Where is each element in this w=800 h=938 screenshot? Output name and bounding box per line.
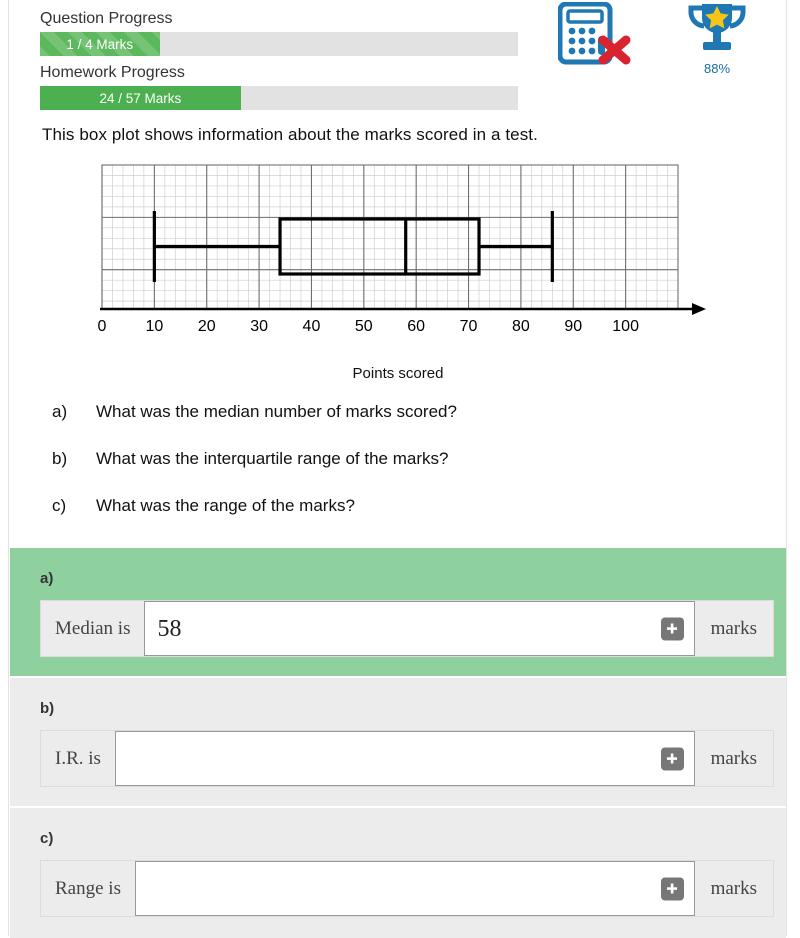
svg-text:0: 0 [98, 318, 107, 335]
question-progress-bar: 1 / 4 Marks [40, 32, 518, 56]
box-plot-chart: 0 10 20 30 40 50 60 70 80 90 100 [88, 161, 708, 366]
answer-panel-b: b) I.R. is marks [10, 678, 786, 806]
svg-text:20: 20 [198, 318, 216, 335]
answer-row-b: I.R. is marks [40, 730, 774, 787]
sub-question-c-marker: c) [52, 496, 67, 515]
progress-header: Question Progress 1 / 4 Marks Homework P… [10, 0, 786, 118]
answer-value-a: 58 [157, 615, 182, 642]
question-stem: This box plot shows information about th… [42, 125, 538, 144]
svg-text:80: 80 [512, 318, 530, 335]
svg-text:90: 90 [564, 318, 582, 335]
svg-text:70: 70 [460, 318, 478, 335]
plus-icon-b[interactable] [660, 747, 684, 770]
answer-row-a: Median is 58 marks [40, 600, 774, 657]
answer-panel-b-letter: b) [40, 700, 55, 717]
calculator-not-allowed-icon [557, 1, 636, 68]
question-progress-fill: 1 / 4 Marks [40, 32, 160, 56]
homework-progress-value: 24 / 57 Marks [99, 90, 182, 106]
sub-question-c-text: What was the range of the marks? [96, 496, 355, 515]
sub-question-c: c) What was the range of the marks? [52, 496, 355, 516]
progress-block: Question Progress 1 / 4 Marks Homework P… [40, 8, 518, 116]
trophy-score-badge: 88% [686, 0, 748, 76]
question-progress-label: Question Progress [40, 10, 173, 27]
answer-unit-c: marks [694, 861, 773, 916]
answer-label-a: Median is [41, 601, 145, 656]
answer-row-c: Range is marks [40, 860, 774, 917]
homework-progress-fill: 24 / 57 Marks [40, 86, 241, 110]
svg-text:50: 50 [355, 318, 373, 335]
answer-panel-a-letter: a) [40, 570, 54, 587]
chart-x-axis-label: Points scored [352, 365, 444, 382]
homework-progress-label: Homework Progress [40, 64, 185, 81]
sub-question-a: a) What was the median number of marks s… [52, 402, 457, 422]
answer-input-b[interactable] [114, 731, 695, 786]
answer-input-c[interactable] [134, 861, 695, 916]
question-page: Question Progress 1 / 4 Marks Homework P… [0, 0, 800, 938]
homework-progress-bar: 24 / 57 Marks [40, 86, 518, 110]
sub-question-b-text: What was the interquartile range of the … [96, 449, 449, 468]
trophy-icon [688, 4, 746, 50]
trophy-percent-label: 88% [703, 61, 731, 76]
sub-question-a-marker: a) [52, 402, 68, 421]
page-left-gutter [0, 0, 9, 936]
answer-panel-c-letter: c) [40, 830, 54, 847]
svg-text:10: 10 [145, 318, 163, 335]
sub-question-a-text: What was the median number of marks scor… [96, 402, 457, 421]
svg-text:40: 40 [303, 318, 321, 335]
page-right-gutter [786, 0, 800, 936]
question-progress-value: 1 / 4 Marks [66, 36, 134, 52]
question-body: This box plot shows information about th… [10, 118, 786, 548]
answer-panels: a) Median is 58 marks b) I.R. is marks c… [10, 548, 786, 938]
answer-input-a[interactable]: 58 [144, 601, 695, 656]
answer-label-c: Range is [41, 861, 135, 916]
red-cross-icon [598, 35, 631, 65]
svg-text:30: 30 [250, 318, 268, 335]
answer-unit-b: marks [694, 731, 773, 786]
sub-question-b: b) What was the interquartile range of t… [52, 449, 448, 469]
answer-panel-a: a) Median is 58 marks [10, 548, 786, 676]
answer-label-b: I.R. is [41, 731, 115, 786]
answer-panel-c: c) Range is marks [10, 808, 786, 938]
plus-icon-c[interactable] [660, 877, 684, 900]
answer-unit-a: marks [694, 601, 773, 656]
svg-text:100: 100 [612, 318, 639, 335]
sub-question-b-marker: b) [52, 449, 68, 468]
plus-icon-a[interactable] [660, 617, 684, 640]
svg-text:60: 60 [407, 318, 425, 335]
